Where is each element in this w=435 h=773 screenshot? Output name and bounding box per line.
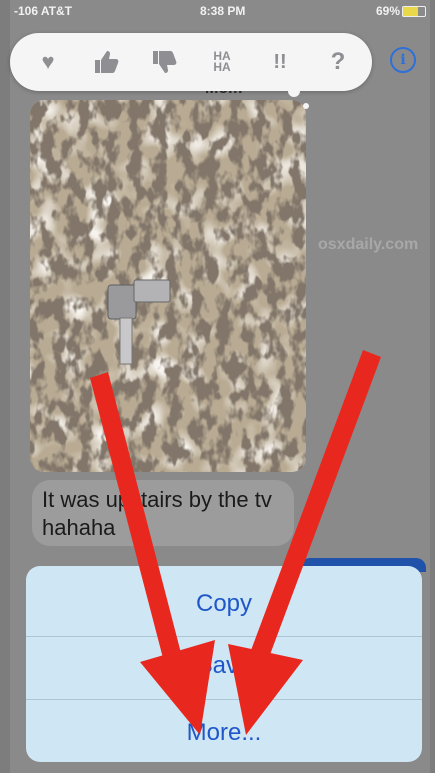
- info-icon[interactable]: i: [390, 47, 416, 73]
- thumbs-up-icon[interactable]: [88, 45, 124, 79]
- action-sheet: Copy Save More...: [26, 566, 422, 762]
- message-text: It was upstairs by the tv hahaha: [42, 487, 272, 540]
- tapback-tail-dot: [303, 103, 309, 109]
- save-button[interactable]: Save: [26, 634, 422, 698]
- more-button[interactable]: More...: [26, 701, 422, 762]
- message-photo[interactable]: [30, 100, 306, 472]
- heart-icon[interactable]: ♥: [30, 45, 66, 79]
- haha-icon[interactable]: HA HA: [204, 45, 240, 79]
- divider: [26, 699, 422, 700]
- thumbs-down-icon[interactable]: [146, 45, 182, 79]
- messages-screen: -106 AT&T 8:38 PM 69% Mom: [10, 0, 430, 773]
- battery-percent: 69%: [375, 4, 400, 18]
- tapback-tail: [288, 85, 300, 97]
- watermark: osxdaily.com: [318, 236, 419, 253]
- copy-button[interactable]: Copy: [26, 572, 422, 636]
- tapback-bar: ♥ HA HA !! ?: [10, 33, 372, 91]
- clock: 8:38 PM: [200, 4, 246, 18]
- haha-line-2: HA: [213, 60, 231, 74]
- carrier-label: -106 AT&T: [14, 4, 73, 18]
- battery-icon: [402, 6, 426, 17]
- status-bar: -106 AT&T 8:38 PM 69%: [10, 0, 430, 20]
- exclamation-icon[interactable]: !!: [262, 45, 298, 79]
- message-bubble[interactable]: It was upstairs by the tv hahaha: [32, 480, 294, 546]
- granite-photo: [30, 100, 306, 472]
- question-icon[interactable]: ?: [320, 45, 356, 79]
